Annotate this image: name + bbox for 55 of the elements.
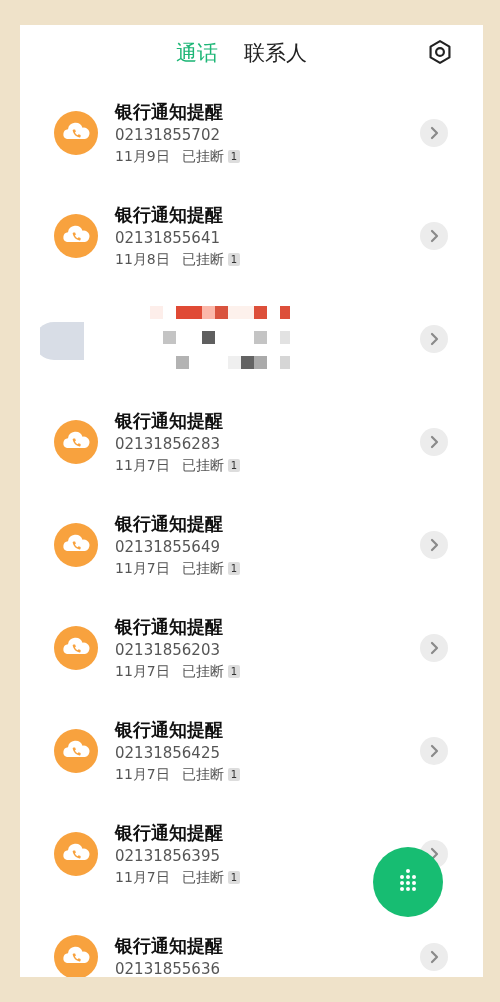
call-date: 11月9日 — [115, 147, 170, 166]
caller-name: 银行通知提醒 — [115, 821, 224, 845]
sim-badge: 1 — [227, 870, 241, 884]
details-button[interactable] — [420, 736, 448, 765]
settings-icon[interactable] — [427, 39, 453, 65]
phone-number: 02131856203 — [115, 640, 221, 661]
call-date: 11月7日 — [115, 456, 170, 475]
sim-badge: 1 — [227, 458, 241, 472]
call-status: 已挂断 — [181, 147, 224, 166]
caller-name: 银行通知提醒 — [115, 934, 224, 958]
call-status: 已挂断 — [181, 250, 224, 269]
phone-number: 02131855636 — [115, 959, 221, 977]
caller-name: 银行通知提醒 — [115, 203, 224, 227]
cloud-phone-icon — [54, 625, 98, 670]
details-button[interactable] — [420, 633, 448, 662]
cloud-phone-icon — [54, 728, 98, 773]
phone-number: 02131855641 — [115, 228, 221, 249]
phone-number: 02131855702 — [115, 125, 221, 146]
sim-badge: 1 — [227, 767, 241, 781]
cloud-phone-icon — [54, 522, 98, 567]
details-button[interactable] — [420, 324, 448, 353]
phone-number: 02131856395 — [115, 846, 221, 867]
call-status: 已挂断 — [181, 662, 224, 681]
sim-badge: 1 — [227, 561, 241, 575]
sim-badge: 1 — [227, 149, 241, 163]
details-button[interactable] — [420, 942, 448, 971]
details-button[interactable] — [420, 221, 448, 250]
call-status: 已挂断 — [181, 868, 224, 887]
sim-badge: 1 — [227, 664, 241, 678]
call-status: 已挂断 — [181, 456, 224, 475]
caller-name: 银行通知提醒 — [115, 409, 224, 433]
caller-name: 银行通知提醒 — [115, 512, 224, 536]
call-date: 11月7日 — [115, 559, 170, 578]
call-date: 11月7日 — [115, 868, 170, 887]
call-date: 11月7日 — [115, 662, 170, 681]
caller-name: 银行通知提醒 — [115, 615, 224, 639]
details-button[interactable] — [420, 427, 448, 456]
phone-number: 02131856425 — [115, 743, 221, 764]
sim-badge: 1 — [227, 252, 241, 266]
call-date: 11月7日 — [115, 765, 170, 784]
dialpad-button[interactable] — [373, 847, 443, 917]
call-date: 11月8日 — [115, 250, 170, 269]
cloud-phone-icon — [54, 213, 98, 258]
details-button[interactable] — [420, 118, 448, 147]
cloud-phone-icon — [54, 419, 98, 464]
caller-name: 银行通知提醒 — [115, 718, 224, 742]
caller-name: 银行通知提醒 — [115, 100, 224, 124]
cloud-phone-icon — [54, 110, 98, 155]
call-status: 已挂断 — [181, 765, 224, 784]
phone-number: 02131855649 — [115, 537, 221, 558]
tab[interactable]: 联系人 — [244, 39, 307, 67]
cloud-phone-icon — [54, 831, 98, 876]
details-button[interactable] — [420, 530, 448, 559]
call-status: 已挂断 — [181, 559, 224, 578]
phone-number: 02131856283 — [115, 434, 221, 455]
